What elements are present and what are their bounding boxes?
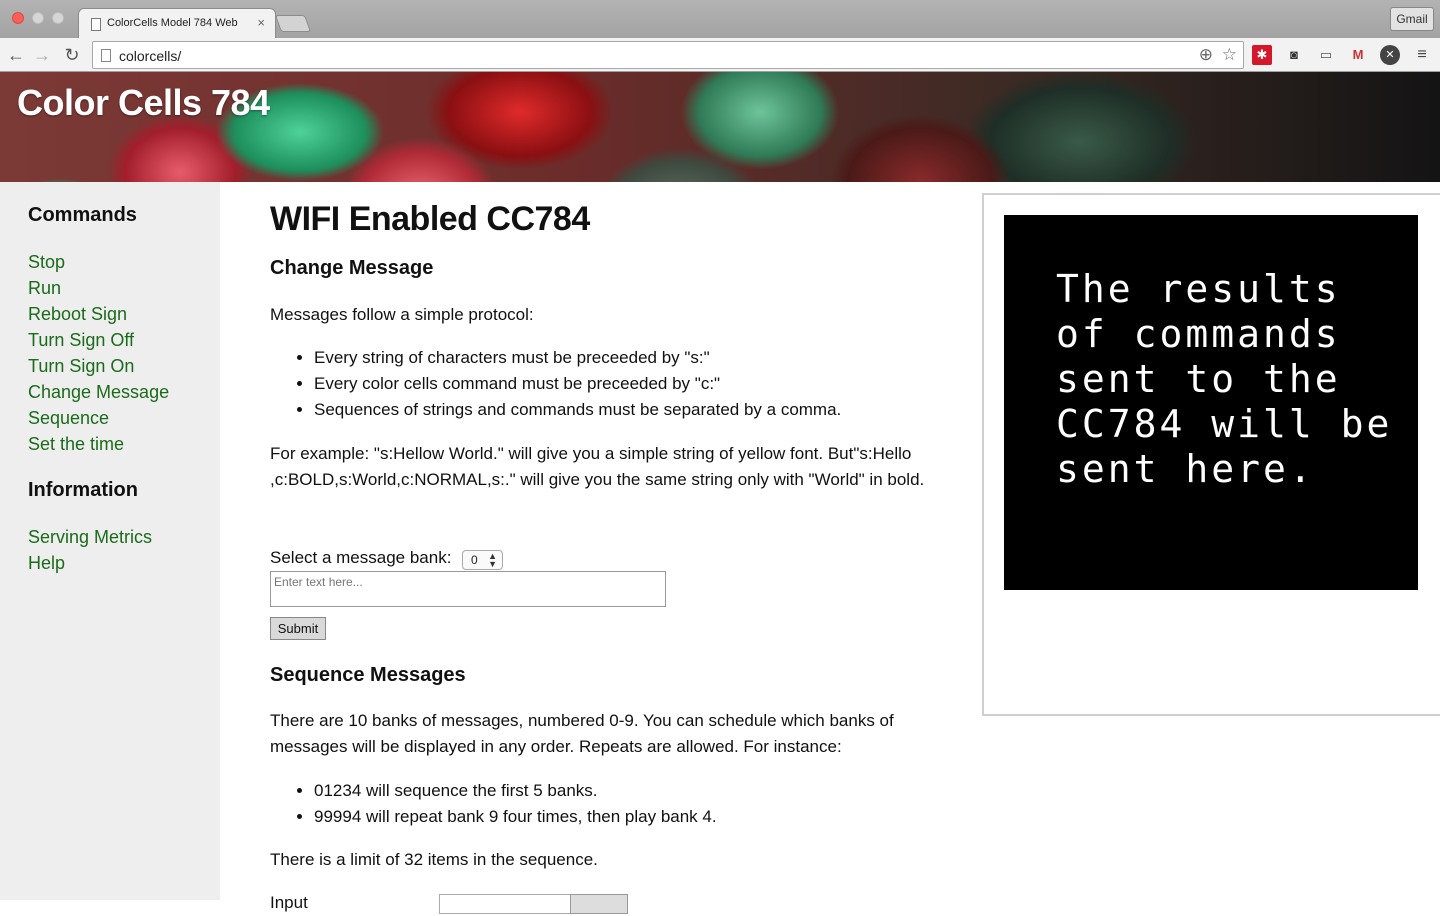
window-minimize-button[interactable] <box>32 12 44 24</box>
results-display: The results of commands sent to the CC78… <box>1004 215 1418 590</box>
protocol-intro: Messages follow a simple protocol: <box>270 305 534 324</box>
message-bank-value: 0 <box>471 553 478 567</box>
message-bank-label: Select a message bank: <box>270 548 452 567</box>
list-item: 01234 will sequence the first 5 banks. <box>314 778 717 804</box>
page-title: WIFI Enabled CC784 <box>270 200 590 238</box>
browser-toolbar: ← → ↻ colorcells/ ⊕ ☆ ✱ ◙ ▭ M ✕ ≡ <box>0 38 1440 72</box>
close-icon[interactable]: × <box>257 15 265 30</box>
message-bank-select[interactable]: 0 ▲ ▼ <box>462 550 503 570</box>
sidebar-link-stop[interactable]: Stop <box>28 252 65 273</box>
change-message-heading: Change Message <box>270 257 434 279</box>
url-text[interactable]: colorcells/ <box>119 48 181 64</box>
message-text-input[interactable] <box>270 571 666 607</box>
list-item: Every color cells command must be precee… <box>314 371 841 397</box>
sidebar-link-set-the-time[interactable]: Set the time <box>28 434 124 455</box>
main-content: WIFI Enabled CC784 Change Message Messag… <box>270 182 950 914</box>
sidebar-link-serving-metrics[interactable]: Serving Metrics <box>28 527 152 548</box>
list-item: Every string of characters must be prece… <box>314 345 841 371</box>
sidebar-link-help[interactable]: Help <box>28 553 65 574</box>
select-arrows-icon: ▲ ▼ <box>488 551 497 569</box>
sequence-messages-heading: Sequence Messages <box>270 664 466 686</box>
window-close-button[interactable] <box>12 12 24 24</box>
sidebar-heading-information: Information <box>28 479 138 501</box>
site-title: Color Cells 784 <box>17 82 270 123</box>
browser-menu-icon[interactable]: ≡ <box>1412 45 1432 65</box>
list-item: 99994 will repeat bank 9 four times, the… <box>314 804 717 830</box>
sequence-examples-list: 01234 will sequence the first 5 banks. 9… <box>314 778 717 830</box>
protocol-example: For example: "s:Hellow World." will give… <box>270 444 925 489</box>
cast-icon[interactable]: ▭ <box>1316 45 1336 65</box>
zoom-icon[interactable]: ⊕ <box>1199 45 1213 65</box>
results-text: The results of commands sent to the CC78… <box>1056 267 1393 491</box>
reload-icon[interactable]: ↻ <box>60 43 84 67</box>
tab-title: ColorCells Model 784 Web <box>107 17 238 29</box>
gmail-button[interactable]: Gmail <box>1390 7 1434 31</box>
sidebar-link-run[interactable]: Run <box>28 278 61 299</box>
page-icon <box>91 18 101 31</box>
back-arrow-icon[interactable]: ← <box>4 43 28 67</box>
sidebar-link-turn-sign-off[interactable]: Turn Sign Off <box>28 330 134 351</box>
extension-asterisk-icon[interactable]: ✱ <box>1252 45 1272 65</box>
address-bar[interactable]: colorcells/ ⊕ ☆ <box>92 41 1244 69</box>
window-zoom-button[interactable] <box>52 12 64 24</box>
sidebar-link-reboot-sign[interactable]: Reboot Sign <box>28 304 127 325</box>
forward-arrow-icon[interactable]: → <box>30 43 54 67</box>
extension-circle-icon[interactable]: ✕ <box>1380 45 1400 65</box>
page-icon <box>101 49 111 62</box>
sequence-limit: There is a limit of 32 items in the sequ… <box>270 850 598 869</box>
sidebar-link-turn-sign-on[interactable]: Turn Sign On <box>28 356 134 377</box>
browser-tab-bar: ColorCells Model 784 Web × Gmail <box>0 0 1440 38</box>
gmail-extension-icon[interactable]: M <box>1348 45 1368 65</box>
extension-glasses-icon[interactable]: ◙ <box>1284 45 1304 65</box>
sidebar-heading-commands: Commands <box>28 204 137 226</box>
list-item: Sequences of strings and commands must b… <box>314 397 841 423</box>
sidebar: Commands Stop Run Reboot Sign Turn Sign … <box>0 182 220 900</box>
new-tab-button[interactable] <box>274 15 312 32</box>
sequence-intro: There are 10 banks of messages, numbered… <box>270 711 894 756</box>
sidebar-link-sequence[interactable]: Sequence <box>28 408 109 429</box>
sidebar-link-change-message[interactable]: Change Message <box>28 382 169 403</box>
browser-tab-active[interactable]: ColorCells Model 784 Web × <box>78 8 276 38</box>
protocol-rules-list: Every string of characters must be prece… <box>314 345 841 423</box>
submit-button[interactable]: Submit <box>270 617 326 640</box>
sequence-submit-button[interactable] <box>570 894 628 914</box>
sequence-input[interactable] <box>439 894 571 914</box>
bookmark-star-icon[interactable]: ☆ <box>1222 45 1237 65</box>
site-banner: Color Cells 784 <box>0 72 1440 182</box>
